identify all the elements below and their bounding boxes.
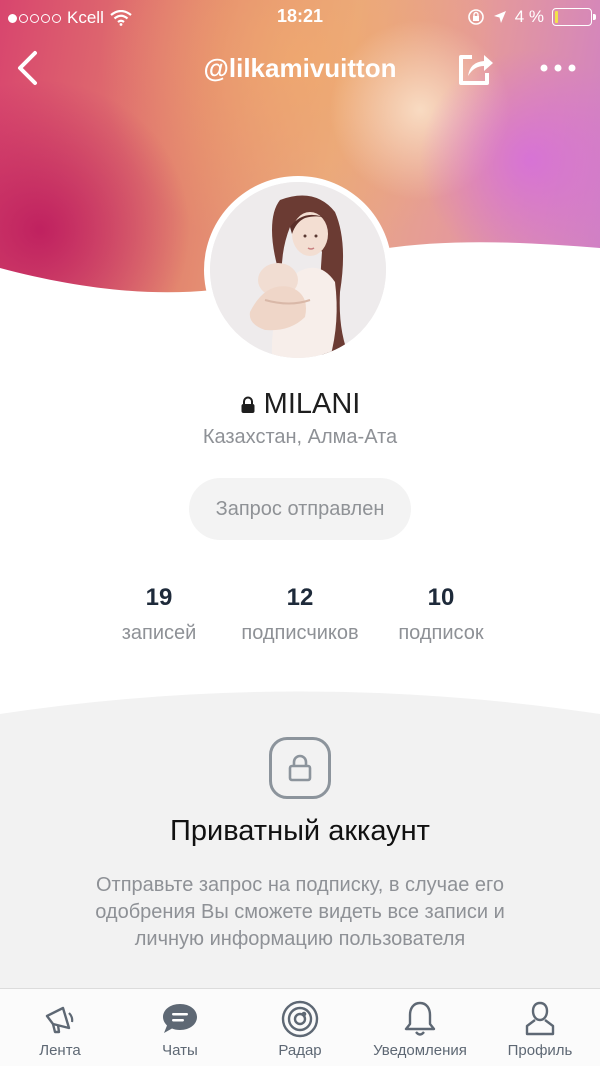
tab-profile[interactable]: Профиль: [480, 989, 600, 1066]
bell-icon: [400, 999, 440, 1039]
share-button[interactable]: [454, 46, 498, 90]
tab-radar-label: Радар: [278, 1042, 322, 1059]
private-account-description: Отправьте запрос на подписку, в случае е…: [95, 874, 505, 950]
stat-followers[interactable]: 12 подписчиков: [220, 584, 380, 645]
location-arrow-icon: [493, 11, 506, 23]
tab-chats[interactable]: Чаты: [120, 989, 240, 1066]
tab-notifications-label: Уведомления: [373, 1042, 467, 1059]
battery-icon: [552, 8, 596, 26]
stat-followers-label: подписчиков: [241, 622, 359, 644]
stat-posts-label: записей: [121, 622, 197, 644]
profile-location: Казахстан, Алма-Ата: [202, 426, 398, 448]
tab-chats-label: Чаты: [162, 1042, 198, 1059]
lock-icon: [241, 396, 255, 413]
battery-level: [555, 11, 558, 23]
stat-posts[interactable]: 19 записей: [79, 584, 239, 645]
avatar-image: [210, 182, 386, 358]
radar-icon: [280, 999, 320, 1039]
stat-followers-count: 12: [286, 584, 314, 611]
mother-and-baby-illustration: [210, 182, 386, 358]
tab-radar[interactable]: Радар: [240, 989, 360, 1066]
avatar[interactable]: [204, 176, 392, 364]
orientation-lock-icon: [467, 9, 484, 25]
battery-percent: 4 %: [514, 7, 544, 26]
profile-name-row: MILANI: [0, 388, 600, 421]
tab-profile-label: Профиль: [507, 1042, 573, 1059]
status-bar: Kcell 18:21 4 %: [0, 0, 600, 34]
more-options-button[interactable]: [536, 46, 580, 90]
private-lock-icon: [269, 737, 331, 799]
tab-feed[interactable]: Лента: [0, 989, 120, 1066]
megaphone-icon: [40, 999, 80, 1039]
tab-notifications[interactable]: Уведомления: [360, 989, 480, 1066]
tab-bar: Лента Чаты Радар Уведомления Профиль: [0, 988, 600, 1066]
stat-following-count: 10: [427, 584, 455, 611]
page-title: @lilkamivuitton: [203, 53, 397, 83]
person-icon: [520, 999, 560, 1039]
stat-following[interactable]: 10 подписок: [361, 584, 521, 645]
more-dots-icon: [540, 64, 576, 72]
navigation-bar: @lilkamivuitton: [0, 40, 600, 96]
share-icon: [459, 55, 493, 85]
follow-request-sent-button[interactable]: Запрос отправлен: [189, 478, 411, 540]
profile-name: MILANI: [263, 388, 361, 420]
tab-feed-label: Лента: [39, 1042, 81, 1059]
private-account-title: Приватный аккаунт: [170, 815, 430, 847]
stat-posts-count: 19: [145, 584, 173, 611]
stat-following-label: подписок: [398, 622, 484, 644]
chat-bubble-icon: [160, 999, 200, 1039]
